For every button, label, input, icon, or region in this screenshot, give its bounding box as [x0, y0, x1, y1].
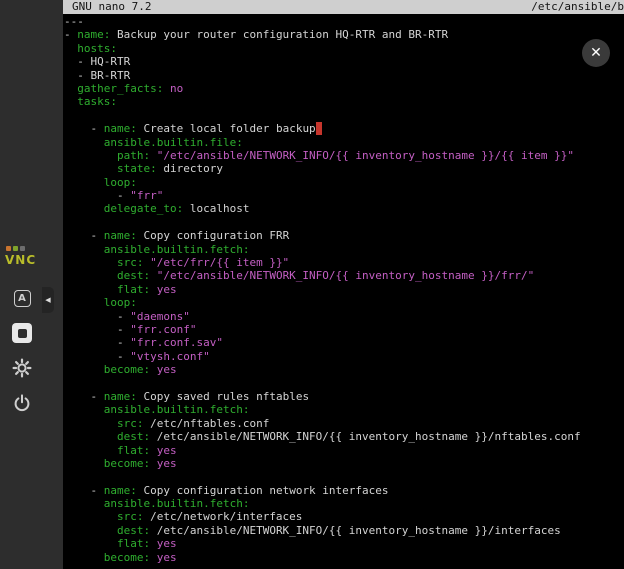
terminal-line: flat: yes	[64, 444, 624, 457]
terminal-line: dest: /etc/ansible/NETWORK_INFO/{{ inven…	[64, 524, 624, 537]
terminal-line	[64, 377, 624, 390]
logo-pixel	[6, 246, 11, 251]
terminal-line: - "frr.conf"	[64, 323, 624, 336]
terminal-line: - name: Copy configuration FRR	[64, 229, 624, 242]
logo-pixel	[13, 246, 18, 251]
terminal-line: ansible.builtin.fetch:	[64, 497, 624, 510]
nano-app-title: GNU nano 7.2	[63, 0, 151, 14]
close-button[interactable]: ✕	[582, 39, 610, 67]
close-icon: ✕	[590, 46, 602, 60]
terminal-line: flat: yes	[64, 537, 624, 550]
terminal-line: become: yes	[64, 457, 624, 470]
fullscreen-button[interactable]	[8, 319, 36, 347]
novnc-viewport: VNC A ◀	[0, 0, 624, 569]
terminal-line: - name: Backup your router configuration…	[64, 28, 624, 41]
terminal-line: src: /etc/nftables.conf	[64, 417, 624, 430]
settings-button[interactable]	[8, 354, 36, 382]
terminal-line: tasks:	[64, 95, 624, 108]
keyboard-button[interactable]: A	[8, 284, 36, 312]
terminal-line: path: "/etc/ansible/NETWORK_INFO/{{ inve…	[64, 149, 624, 162]
terminal-line: - "frr.conf.sav"	[64, 336, 624, 349]
keyboard-key-icon: A	[14, 290, 31, 307]
terminal-line: state: directory	[64, 162, 624, 175]
power-icon	[12, 393, 32, 413]
terminal-line: - "vtysh.conf"	[64, 350, 624, 363]
terminal-line: - name: Copy saved rules nftables	[64, 390, 624, 403]
terminal-line: become: yes	[64, 363, 624, 376]
terminal-line: ansible.builtin.fetch:	[64, 403, 624, 416]
logo-pixels	[5, 246, 41, 251]
terminal-line	[64, 216, 624, 229]
logo-pixel	[20, 246, 25, 251]
terminal-line: ansible.builtin.fetch:	[64, 243, 624, 256]
nano-titlebar: GNU nano 7.2 /etc/ansible/b	[63, 0, 624, 14]
novnc-logo: VNC	[5, 246, 41, 267]
gear-icon	[12, 358, 32, 378]
terminal-line: - BR-RTR	[64, 69, 624, 82]
terminal-line: dest: /etc/ansible/NETWORK_INFO/{{ inven…	[64, 430, 624, 443]
terminal-buffer: ---- name: Backup your router configurat…	[63, 14, 624, 564]
fullscreen-icon	[12, 323, 32, 343]
terminal-line	[64, 470, 624, 483]
terminal-line: - "daemons"	[64, 310, 624, 323]
terminal-line: - name: Copy configuration network inter…	[64, 484, 624, 497]
terminal-line: become: yes	[64, 551, 624, 564]
chevron-left-icon: ◀	[45, 296, 50, 304]
terminal-line: - HQ-RTR	[64, 55, 624, 68]
terminal-line: - "frr"	[64, 189, 624, 202]
terminal-line: src: "/etc/frr/{{ item }}"	[64, 256, 624, 269]
terminal-line: loop:	[64, 176, 624, 189]
terminal-screen[interactable]: GNU nano 7.2 /etc/ansible/b ---- name: B…	[63, 0, 624, 569]
terminal-line: delegate_to: localhost	[64, 202, 624, 215]
terminal-line: src: /etc/network/interfaces	[64, 510, 624, 523]
control-bar-handle[interactable]: ◀	[42, 287, 54, 313]
terminal-line: - name: Create local folder backup	[64, 122, 624, 135]
logo-text: VNC	[5, 253, 41, 267]
terminal-line: ansible.builtin.file:	[64, 136, 624, 149]
terminal-line: dest: "/etc/ansible/NETWORK_INFO/{{ inve…	[64, 269, 624, 282]
terminal-line: loop:	[64, 296, 624, 309]
power-button[interactable]	[8, 389, 36, 417]
terminal-line: hosts:	[64, 42, 624, 55]
terminal-line: flat: yes	[64, 283, 624, 296]
terminal-line: ---	[64, 15, 624, 28]
nano-file-path: /etc/ansible/b	[531, 0, 624, 14]
terminal-line: gather_facts: no	[64, 82, 624, 95]
terminal-line	[64, 109, 624, 122]
